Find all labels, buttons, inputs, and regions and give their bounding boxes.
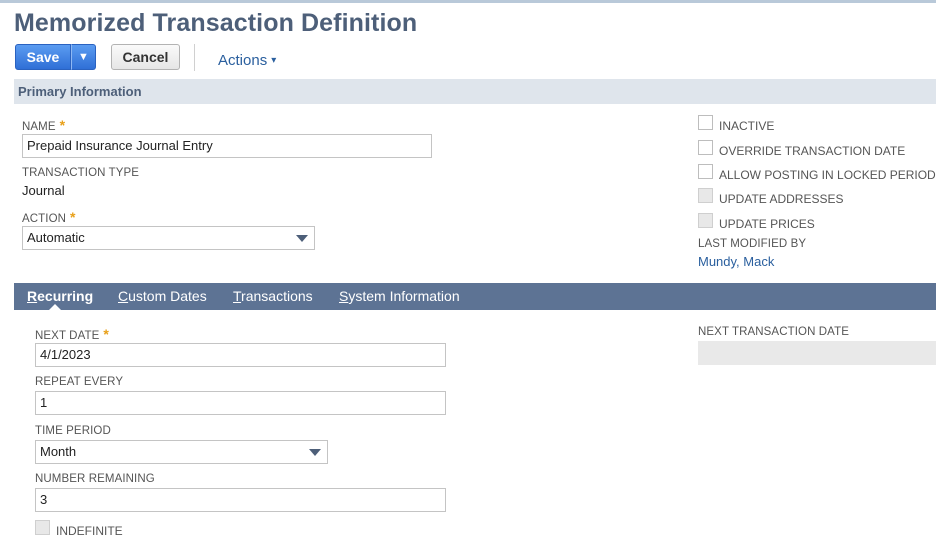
- time-period-label: TIME PERIOD: [35, 425, 111, 437]
- allow-posting-locked-period-checkbox-row[interactable]: ALLOW POSTING IN LOCKED PERIOD: [698, 160, 936, 182]
- actions-menu[interactable]: Actions ▾: [218, 52, 276, 69]
- tab-transactions-label: ransactions: [241, 288, 313, 304]
- allow-posting-locked-period-label: ALLOW POSTING IN LOCKED PERIOD: [719, 168, 936, 182]
- tab-system-information-accesskey: S: [339, 288, 349, 304]
- tab-custom-dates-label: ustom Dates: [128, 288, 207, 304]
- page-title: Memorized Transaction Definition: [14, 9, 418, 37]
- tab-system-information[interactable]: System Information: [339, 288, 460, 304]
- tab-system-information-label: ystem Information: [348, 288, 460, 304]
- required-marker: *: [59, 117, 66, 133]
- action-label-text: ACTION: [22, 213, 67, 225]
- tab-transactions[interactable]: Transactions: [233, 288, 313, 304]
- required-marker: *: [103, 326, 109, 342]
- indefinite-checkbox-row: INDEFINITE: [35, 516, 123, 538]
- time-period-select-value: Month: [40, 444, 77, 459]
- transaction-type-label: TRANSACTION TYPE: [22, 167, 140, 179]
- tab-recurring-label: ecurring: [37, 288, 94, 304]
- top-border: [0, 0, 936, 3]
- update-addresses-label: UPDATE ADDRESSES: [719, 192, 844, 206]
- inactive-label: INACTIVE: [719, 119, 775, 133]
- actions-label: Actions: [218, 52, 268, 69]
- override-transaction-date-checkbox[interactable]: [698, 139, 713, 155]
- name-label-text: NAME: [22, 121, 56, 133]
- next-transaction-date-value: [698, 341, 936, 365]
- number-remaining-label: NUMBER REMAINING: [35, 473, 155, 485]
- update-addresses-checkbox: [698, 187, 713, 203]
- action-select-value: Automatic: [27, 230, 85, 245]
- update-addresses-checkbox-row: UPDATE ADDRESSES: [698, 184, 843, 206]
- tab-recurring[interactable]: Recurring: [27, 288, 93, 304]
- inactive-checkbox[interactable]: [698, 114, 713, 130]
- tab-custom-dates[interactable]: Custom Dates: [118, 288, 207, 304]
- inactive-checkbox-row[interactable]: INACTIVE: [698, 111, 774, 133]
- next-transaction-date-label: NEXT TRANSACTION DATE: [698, 326, 849, 338]
- tab-custom-dates-accesskey: C: [118, 288, 129, 304]
- last-modified-user-link[interactable]: Mundy, Mack: [698, 254, 774, 269]
- next-date-label: NEXT DATE *: [35, 326, 109, 342]
- active-tab-pointer: [49, 304, 61, 310]
- number-remaining-input[interactable]: 3: [35, 488, 446, 512]
- update-prices-checkbox-row: UPDATE PRICES: [698, 209, 815, 231]
- action-select[interactable]: Automatic: [22, 226, 315, 250]
- action-label: ACTION *: [22, 209, 76, 225]
- update-prices-label: UPDATE PRICES: [719, 217, 815, 231]
- dropdown-arrow-icon: [309, 449, 321, 456]
- update-prices-checkbox: [698, 212, 713, 228]
- save-button[interactable]: Save: [15, 44, 71, 70]
- save-options-dropdown[interactable]: ▼: [71, 44, 96, 70]
- tab-recurring-accesskey: R: [27, 288, 38, 304]
- name-label: NAME *: [22, 117, 65, 133]
- section-header-primary-information: Primary Information: [14, 79, 936, 104]
- name-input[interactable]: Prepaid Insurance Journal Entry: [22, 134, 432, 158]
- transaction-type-value: Journal: [22, 183, 65, 198]
- save-button-group: Save ▼: [15, 44, 96, 70]
- subtab-bar: Recurring Custom Dates Transactions Syst…: [14, 283, 936, 310]
- toolbar-divider: [194, 44, 195, 71]
- required-marker: *: [70, 209, 76, 225]
- repeat-every-input[interactable]: 1: [35, 391, 446, 415]
- tab-transactions-accesskey: T: [233, 288, 242, 304]
- allow-posting-locked-period-checkbox[interactable]: [698, 163, 713, 179]
- indefinite-checkbox: [35, 519, 50, 535]
- time-period-select[interactable]: Month: [35, 440, 328, 464]
- repeat-every-label: REPEAT EVERY: [35, 376, 124, 388]
- caret-down-icon: ▾: [271, 55, 277, 66]
- next-date-label-text: NEXT DATE: [35, 330, 100, 342]
- next-date-input[interactable]: 4/1/2023: [35, 343, 446, 367]
- override-transaction-date-label: OVERRIDE TRANSACTION DATE: [719, 144, 906, 158]
- override-transaction-date-checkbox-row[interactable]: OVERRIDE TRANSACTION DATE: [698, 136, 905, 158]
- indefinite-label: INDEFINITE: [56, 524, 123, 538]
- cancel-button[interactable]: Cancel: [111, 44, 180, 70]
- dropdown-arrow-icon: [296, 235, 308, 242]
- last-modified-label: LAST MODIFIED BY: [698, 238, 807, 250]
